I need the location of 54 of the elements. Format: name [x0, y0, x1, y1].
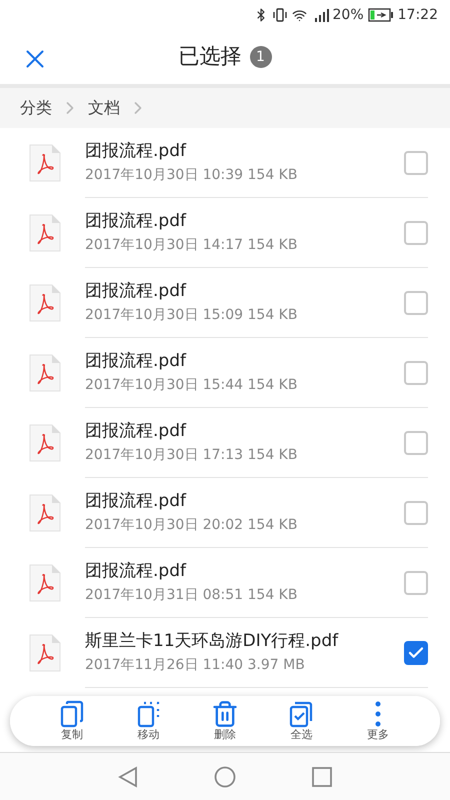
pdf-file-icon [29, 144, 61, 182]
delete-icon [210, 700, 239, 728]
file-checkbox[interactable] [404, 360, 428, 384]
pdf-file-icon [29, 424, 61, 462]
battery-icon [368, 8, 394, 22]
toolbar-button[interactable]: 全选 [273, 700, 330, 742]
file-details: 2017年10月30日 10:39 154 KB [85, 166, 298, 185]
file-name: 团报流程.pdf [85, 420, 188, 444]
file-details: 2017年10月30日 20:02 154 KB [85, 516, 298, 535]
file-name: 团报流程.pdf [85, 490, 188, 514]
pdf-file-icon [29, 214, 61, 252]
selected-count-badge: 1 [250, 46, 272, 68]
file-details: 2017年10月30日 14:17 154 KB [85, 236, 298, 255]
breadcrumb-item[interactable]: 分类 [20, 96, 52, 120]
file-name: 团报流程.pdf [85, 140, 188, 164]
wifi-icon [292, 8, 307, 22]
toolbar-button[interactable]: 删除 [196, 700, 253, 742]
file-name: 团报流程.pdf [85, 560, 188, 584]
toolbar-button[interactable]: 更多 [350, 700, 406, 742]
header-title: 已选择 [178, 43, 242, 70]
file-checkbox[interactable] [404, 640, 428, 664]
file-name: 团报流程.pdf [85, 280, 188, 304]
pdf-file-icon [29, 634, 61, 672]
pdf-file-icon [29, 284, 61, 322]
clock: 17:22 [398, 6, 438, 24]
breadcrumb-item[interactable]: 文档 [88, 96, 120, 120]
file-checkbox[interactable] [404, 430, 428, 454]
file-checkbox[interactable] [404, 500, 428, 524]
copy-icon [59, 700, 86, 728]
move-icon [136, 700, 162, 728]
file-name: 团报流程.pdf [85, 210, 188, 234]
back-nav-icon[interactable] [118, 766, 138, 788]
file-name: 团报流程.pdf [85, 350, 188, 374]
more-icon [374, 700, 382, 728]
file-name: 斯里兰卡11天环岛游DIY行程.pdf [85, 630, 340, 654]
vibrate-icon [272, 8, 288, 22]
file-checkbox[interactable] [404, 150, 428, 174]
pdf-file-icon [29, 564, 61, 602]
battery-percent: 20% [332, 6, 364, 24]
recents-nav-icon[interactable] [312, 766, 332, 786]
file-checkbox[interactable] [404, 570, 428, 594]
file-details: 2017年10月30日 15:09 154 KB [85, 306, 298, 325]
file-details: 2017年10月31日 08:51 154 KB [85, 586, 298, 605]
pdf-file-icon [29, 494, 61, 532]
toolbar-button[interactable]: 复制 [44, 700, 100, 742]
file-details: 2017年10月30日 15:44 154 KB [85, 376, 298, 395]
toolbar-button[interactable]: 移动 [120, 700, 177, 742]
file-details: 2017年10月30日 17:13 154 KB [85, 446, 298, 465]
file-details: 2017年11月26日 11:40 3.97 MB [85, 656, 306, 675]
file-checkbox[interactable] [404, 290, 428, 314]
home-nav-icon[interactable] [214, 766, 236, 788]
pdf-file-icon [29, 354, 61, 392]
file-checkbox[interactable] [404, 220, 428, 244]
select-all-icon [288, 700, 314, 728]
